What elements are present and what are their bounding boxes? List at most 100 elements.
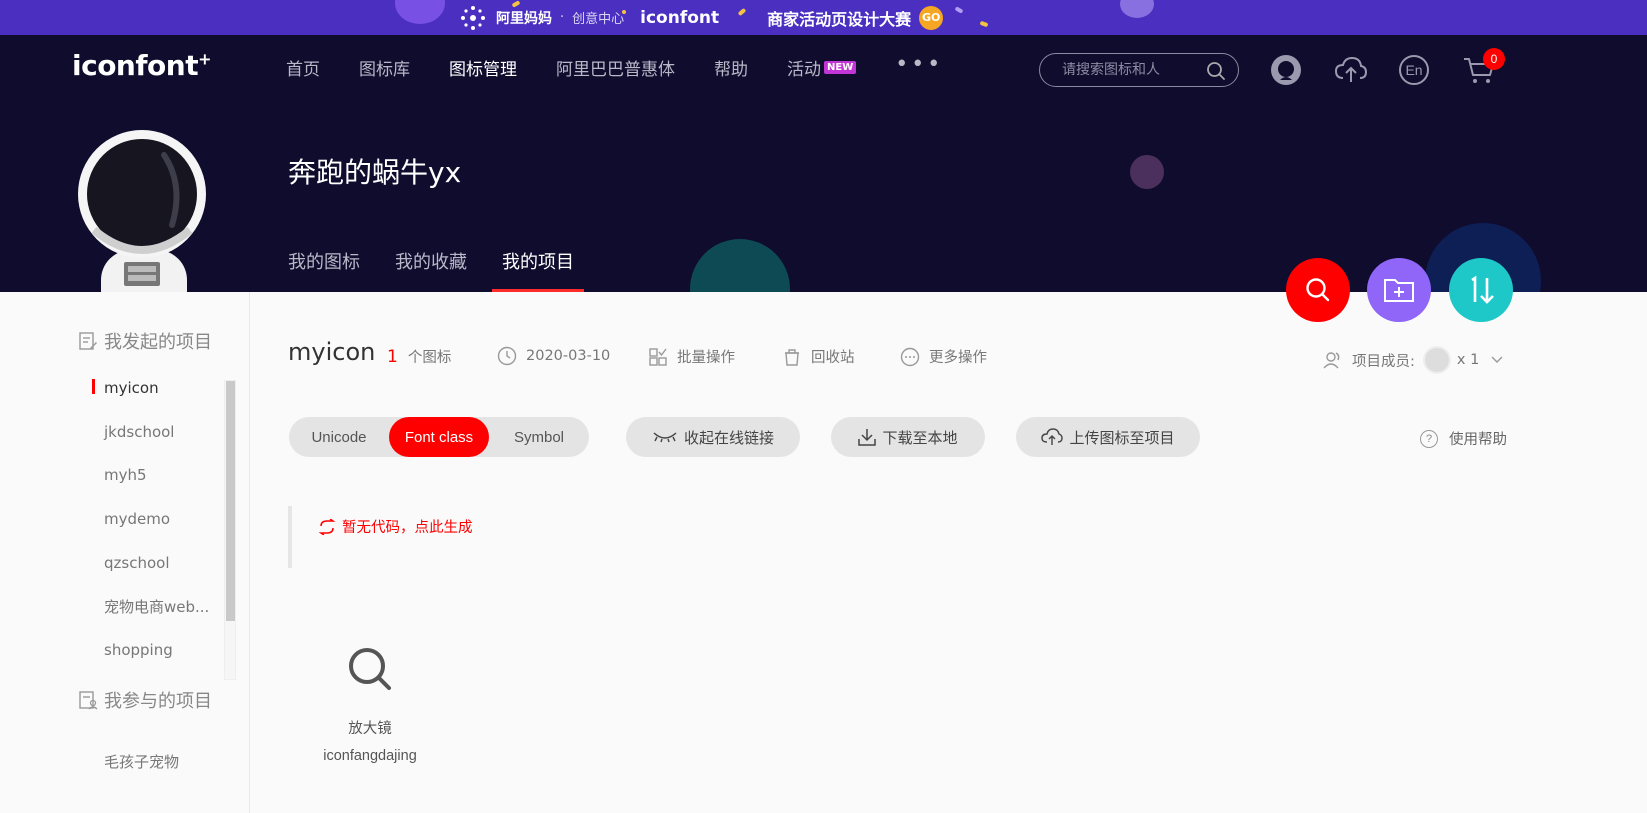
refresh-icon [318, 518, 336, 535]
promo-campaign-title: 商家活动页设计大赛 [767, 9, 912, 29]
sidebar-item-maohaizi-pet[interactable]: 毛孩子宠物 [88, 740, 236, 784]
search-icon[interactable] [1206, 61, 1226, 81]
confetti [954, 6, 964, 14]
my-projects-list: myicon jkdschool myh5 mydemo qzschool 宠物… [88, 366, 236, 666]
promo-go-button[interactable]: GO [919, 5, 944, 30]
sidebar-item-myicon[interactable]: myicon [88, 366, 236, 410]
tab-symbol[interactable]: Symbol [489, 417, 589, 457]
recycle-bin-label: 回收站 [811, 350, 855, 366]
upload-icon-button[interactable]: 上传图标至项目 [1016, 417, 1200, 457]
profile-tabs: 我的图标 我的收藏 我的项目 [288, 248, 609, 292]
sort-icon [1471, 275, 1494, 304]
new-project-fab[interactable] [1367, 258, 1431, 322]
member-document-icon [79, 691, 98, 710]
sidebar-item-shopping[interactable]: shopping [88, 628, 236, 672]
code-area: 暂无代码，点此生成 [288, 506, 1508, 568]
generate-code-link[interactable]: 暂无代码，点此生成 [318, 516, 473, 537]
sidebar-item-qzschool[interactable]: qzschool [88, 541, 236, 585]
nav-icon-management[interactable]: 图标管理 [449, 55, 517, 80]
joined-projects-group-title: 我参与的项目 [78, 687, 212, 713]
collapse-online-link-button[interactable]: 收起在线链接 [626, 417, 800, 457]
nav-more-button[interactable]: ••• [895, 52, 943, 77]
sidebar-scrollbar[interactable] [224, 380, 236, 680]
batch-icon [649, 347, 667, 366]
tab-my-projects[interactable]: 我的项目 [492, 248, 584, 292]
site-header: iconfont+ 首页 图标库 图标管理 阿里巴巴普惠体 帮助 活动 NEW … [0, 35, 1647, 292]
folder-add-icon [1384, 279, 1414, 302]
sidebar-item-pet-ecommerce[interactable]: 宠物电商web... [88, 584, 236, 628]
download-button[interactable]: 下载至本地 [831, 417, 985, 457]
icon-item[interactable]: 放大镜 iconfangdajing [310, 645, 430, 764]
new-badge: NEW [824, 61, 857, 74]
cloud-upload-icon [1041, 428, 1064, 445]
search-icon [1306, 278, 1330, 302]
upload-cloud-button[interactable] [1333, 52, 1369, 88]
tab-my-favorites[interactable]: 我的收藏 [395, 248, 467, 292]
github-login-button[interactable] [1268, 52, 1304, 88]
recycle-bin-button[interactable]: 回收站 [782, 346, 855, 367]
header-search [1039, 53, 1239, 87]
tab-my-icons[interactable]: 我的图标 [288, 248, 360, 292]
nav-icon-library[interactable]: 图标库 [359, 55, 410, 80]
promo-alimama: 阿里妈妈 [496, 10, 552, 27]
tab-unicode[interactable]: Unicode [289, 417, 389, 457]
usage-help-label: 使用帮助 [1449, 432, 1507, 448]
sidebar-item-jkdschool[interactable]: jkdschool [88, 410, 236, 454]
nav-activity-label: 活动 [787, 60, 821, 80]
tab-font-class[interactable]: Font class [389, 417, 489, 457]
generate-code-label: 暂无代码，点此生成 [342, 520, 473, 536]
collapse-online-link-label: 收起在线链接 [683, 428, 774, 447]
project-members[interactable]: 项目成员: x 1 [1323, 346, 1503, 374]
nav-help[interactable]: 帮助 [714, 55, 748, 80]
more-operations-label: 更多操作 [929, 350, 987, 366]
iconfont-logo[interactable]: iconfont+ [72, 49, 212, 82]
usage-help-link[interactable]: ? 使用帮助 [1420, 428, 1507, 449]
members-count: x 1 [1456, 352, 1480, 368]
members-label: 项目成员: [1352, 353, 1415, 370]
alimama-logo-icon [461, 5, 485, 30]
sidebar-item-mydemo[interactable]: mydemo [88, 497, 236, 541]
promo-banner[interactable]: 阿里妈妈 · 创意中心 iconfont 商家活动页设计大赛 GO [0, 0, 1647, 35]
sort-fab[interactable] [1449, 258, 1513, 322]
user-avatar[interactable] [76, 130, 212, 292]
trash-icon [785, 348, 799, 366]
joined-projects-title: 我参与的项目 [104, 691, 212, 712]
project-date-text: 2020-03-10 [526, 348, 611, 364]
promo-separator: · [560, 10, 565, 25]
search-project-fab[interactable] [1286, 258, 1350, 322]
my-projects-group-title: 我发起的项目 [78, 328, 212, 354]
project-title: myicon [288, 338, 376, 366]
scrollbar-thumb[interactable] [226, 381, 235, 621]
sidebar-item-myh5[interactable]: myh5 [88, 453, 236, 497]
confetti [979, 20, 989, 28]
cart-button[interactable]: 0 [1461, 48, 1505, 88]
icon-count: 1 个图标 [387, 346, 451, 367]
more-operations-button[interactable]: 更多操作 [900, 346, 987, 367]
clock-icon [497, 346, 517, 366]
language-label: En [1405, 62, 1423, 78]
promo-creative-center: 创意中心 [572, 12, 625, 27]
more-icon [900, 347, 920, 366]
nav-home[interactable]: 首页 [286, 55, 320, 80]
decor-circle [690, 239, 790, 292]
search-input[interactable] [1062, 62, 1197, 78]
magnifier-icon [349, 648, 391, 690]
cart-count-badge: 0 [1483, 48, 1505, 70]
nav-alibaba-font[interactable]: 阿里巴巴普惠体 [556, 55, 675, 80]
batch-operation-button[interactable]: 批量操作 [648, 346, 735, 367]
project-date: 2020-03-10 [497, 346, 610, 366]
icon-font-class: iconfangdajing [323, 748, 417, 764]
upload-icon-label: 上传图标至项目 [1069, 428, 1175, 447]
code-format-switch: Unicode Font class Symbol [289, 417, 589, 457]
my-projects-title: 我发起的项目 [104, 332, 212, 353]
profile-name: 奔跑的蜗牛yx [288, 156, 462, 189]
decor-circle [1130, 155, 1164, 189]
nav-activity[interactable]: 活动 NEW [787, 55, 857, 80]
chevron-down-icon [1491, 356, 1503, 363]
closed-eye-icon [653, 432, 677, 443]
language-switch[interactable]: En [1396, 52, 1432, 88]
members-icon [1323, 352, 1340, 369]
download-label: 下载至本地 [882, 428, 958, 447]
question-icon: ? [1420, 429, 1438, 448]
joined-projects-list: 毛孩子宠物 [88, 740, 236, 784]
